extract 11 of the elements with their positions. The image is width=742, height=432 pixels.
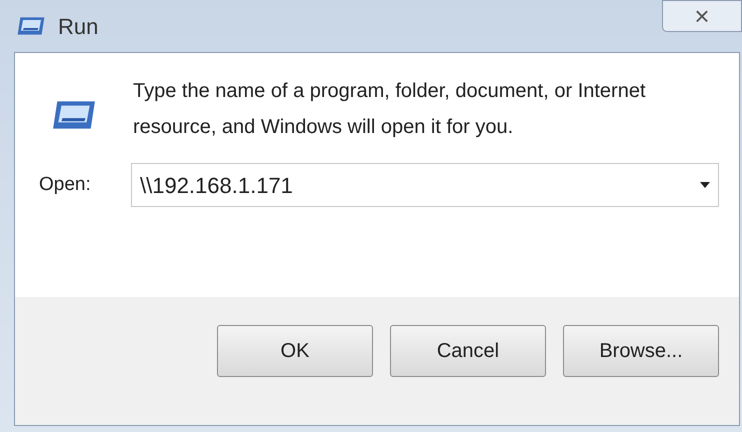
close-button[interactable]: × xyxy=(662,0,742,32)
run-icon xyxy=(16,16,46,36)
dialog-button[interactable]: OK xyxy=(217,325,373,377)
instruction-text: Type the name of a program, folder, document, or Internet resource, and Windows will open it for you. xyxy=(133,79,647,140)
open-label: Open: xyxy=(38,172,92,197)
open-combo-box[interactable]: \\192.168.1.171 xyxy=(131,163,719,207)
dropdown-arrow-icon xyxy=(700,182,710,188)
run-icon xyxy=(51,99,97,131)
dialog-button[interactable]: Browse... xyxy=(563,325,719,377)
dialog-button[interactable]: Cancel xyxy=(390,325,546,377)
window-title: Run xyxy=(58,12,98,40)
